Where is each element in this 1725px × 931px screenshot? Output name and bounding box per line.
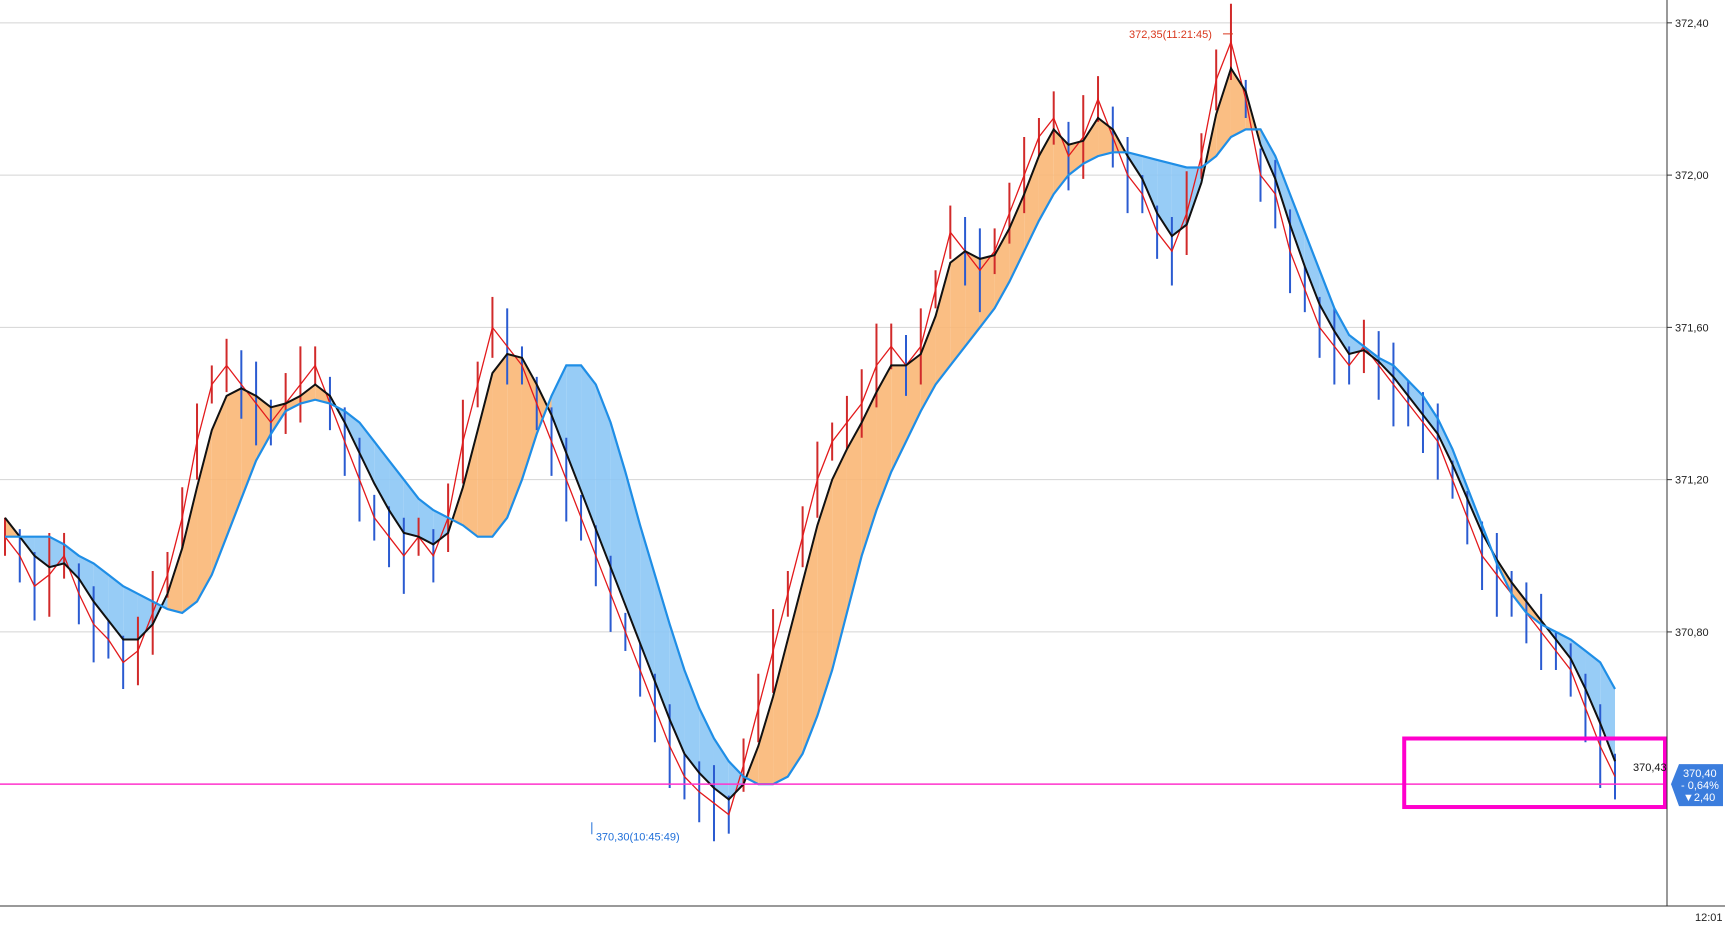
cloud-segment bbox=[492, 354, 508, 537]
chart-canvas: 370,80 371,20 371,60 372,00 372,40 372,35(11:… bbox=[0, 0, 1725, 924]
badge-change: ▼2,40 bbox=[1683, 792, 1715, 804]
high-price-label: 372,35(11:21:45) bbox=[1129, 29, 1212, 41]
badge-change-pct: - 0,64% bbox=[1681, 780, 1719, 792]
highlight-box bbox=[1402, 736, 1668, 810]
cloud-segment bbox=[507, 354, 522, 518]
x-tick-label: 12:01 bbox=[1695, 912, 1723, 924]
cloud-segment bbox=[462, 430, 478, 537]
cloud-segment bbox=[521, 357, 537, 480]
y-tick-label: 371,60 bbox=[1675, 322, 1709, 334]
last-value-label: 370,43 bbox=[1633, 762, 1667, 774]
cloud-segment bbox=[773, 639, 788, 785]
cloud-segment bbox=[226, 388, 242, 537]
cloud-segment bbox=[581, 365, 596, 530]
cloud-segment bbox=[477, 373, 493, 537]
y-tick-label: 370,80 bbox=[1675, 627, 1709, 639]
y-tick-label: 372,00 bbox=[1675, 170, 1709, 182]
low-price-label: 370,30(10:45:49) bbox=[596, 831, 680, 843]
badge-price: 370,40 bbox=[1683, 768, 1717, 780]
price-chart: 370,80 371,20 371,60 372,00 372,40 372,35(11:… bbox=[0, 0, 1725, 926]
cloud-segment bbox=[595, 384, 611, 568]
y-tick-label: 371,20 bbox=[1675, 475, 1709, 487]
y-tick-label: 372,40 bbox=[1675, 18, 1709, 30]
cloud-segment bbox=[728, 761, 744, 800]
cloud-segment bbox=[123, 586, 138, 640]
cloud-segment bbox=[832, 449, 847, 670]
cloud-segment bbox=[1216, 68, 1231, 157]
cloud-segment bbox=[965, 251, 980, 347]
